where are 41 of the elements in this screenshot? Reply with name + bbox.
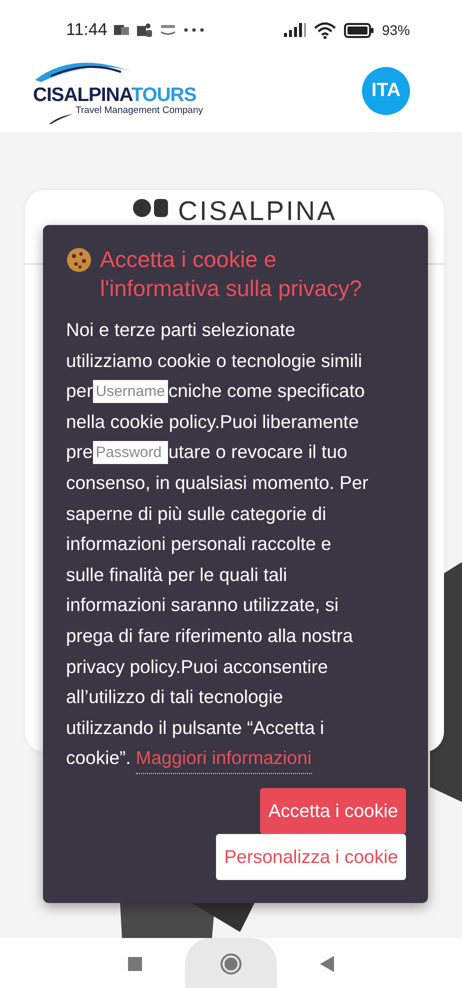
battery-percentage: 93% [382, 22, 410, 38]
dialog-text: sulle finalità per le quali tali [66, 562, 288, 587]
cookie-icon [66, 247, 92, 273]
back-button[interactable] [320, 956, 334, 972]
dialog-text: informazioni saranno utilizzate, si [66, 593, 338, 618]
input-field[interactable]: Password [92, 441, 168, 464]
dialog-text: utilizzando il pulsante “Accetta i [66, 716, 324, 740]
dialog-text: cookie”. [66, 746, 131, 770]
logo-text: CISALPINA [33, 84, 132, 106]
dialog-title: Accetta i cookie e l'informativa sulla privacy? [100, 246, 363, 303]
battery-icon [344, 22, 374, 38]
clock-time: 11:44 [66, 20, 108, 40]
dialog-text: prega di fare riferimento alla nostra [66, 624, 353, 648]
dialog-text: saperne di più sulle categorie di [66, 502, 326, 526]
dialog-text: privacy policy.Puoi acconsentire [66, 654, 328, 679]
dialog-text: nella cookie policy.Puoi liberamente [66, 410, 359, 434]
customize-button[interactable]: Personalizza i cookie [216, 834, 406, 880]
dialog-text: all’utilizzo di tali tecnologie [66, 685, 283, 710]
more-icon [183, 27, 206, 33]
dialog-text: informazioni personali raccolte e [66, 532, 332, 556]
logo-icon [132, 196, 170, 220]
dialog-text: Noi e terze parti selezionate [66, 318, 296, 342]
dialog-text: cniche come specificato [168, 379, 365, 404]
dialog-text: per [66, 379, 93, 404]
language-button[interactable]: ITA [362, 67, 410, 115]
logo-text: TOURS [131, 84, 196, 106]
wifi-icon [314, 22, 336, 38]
notification-icon [136, 22, 154, 38]
dialog-text: utare o revocare il tuo [168, 440, 348, 464]
dialog-text: consenso, in qualsiasi momento. Per [66, 470, 368, 495]
dialog-text: pre [66, 440, 93, 464]
card-logo-text: CISALPINA [178, 196, 338, 226]
home-button[interactable] [220, 953, 242, 975]
notification-icon [113, 23, 130, 37]
input-field[interactable]: Username [92, 380, 168, 403]
accept-button[interactable]: Accetta i cookie [260, 788, 406, 834]
dialog-text: utilizziamo cookie o tecnologie simili [66, 348, 362, 373]
signal-icon [284, 23, 306, 37]
more-info-link[interactable]: Maggiori informazioni [136, 742, 312, 774]
notification-icon [159, 24, 178, 36]
logo-tagline: Travel Management Company [76, 105, 203, 116]
